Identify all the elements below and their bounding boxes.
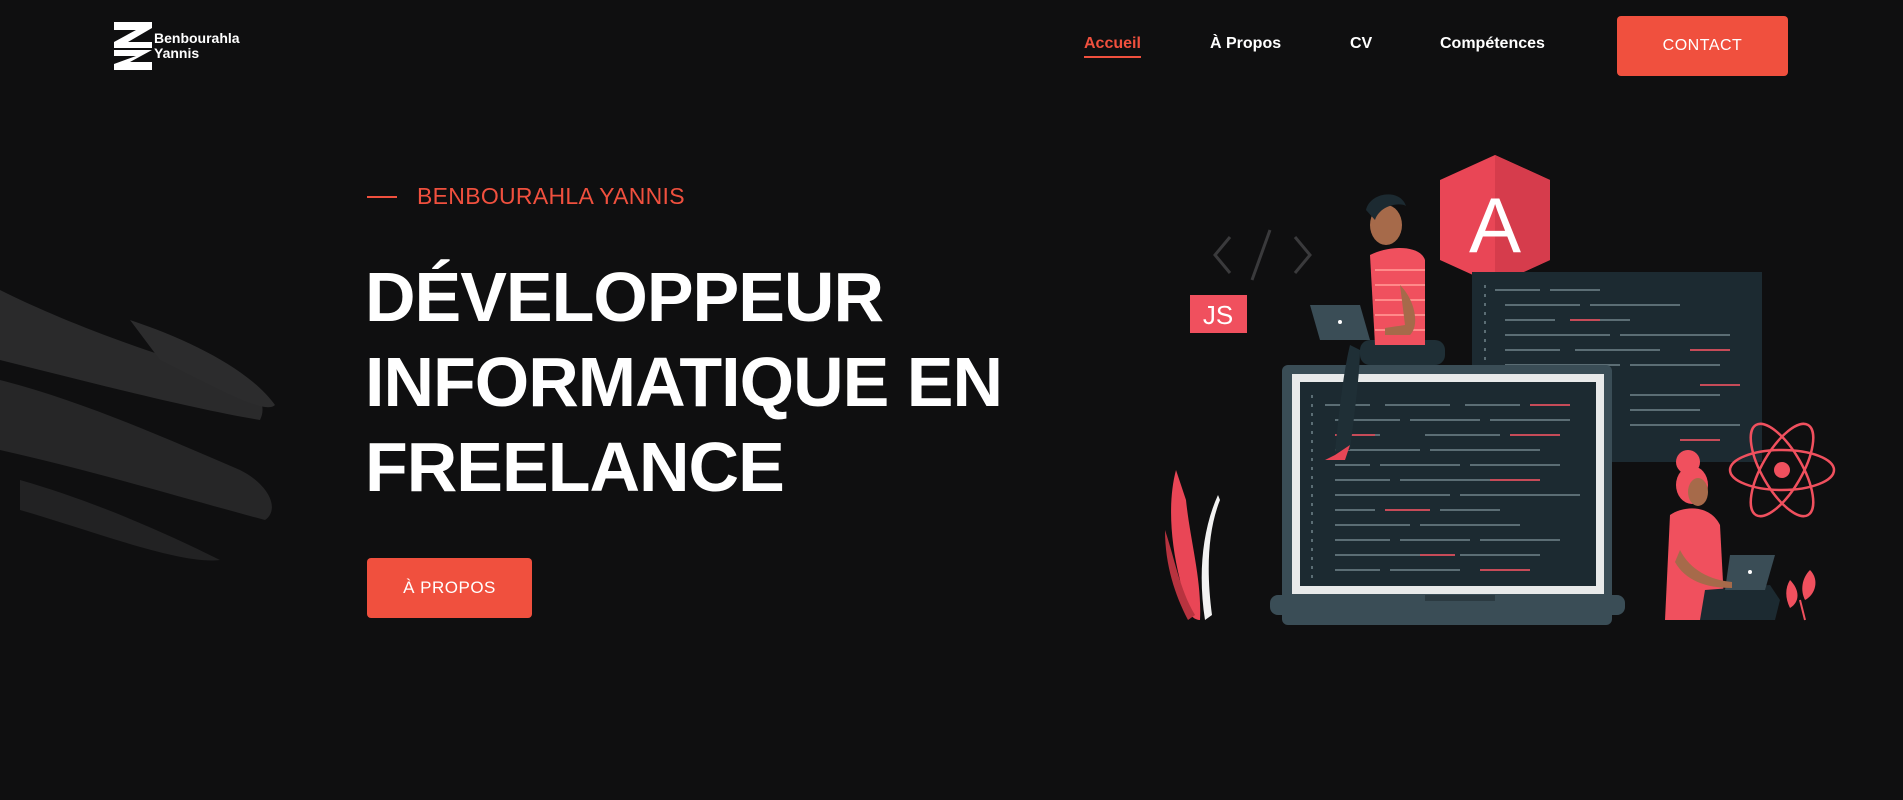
- nav-item-competences[interactable]: Compétences: [1440, 35, 1545, 53]
- nav-item-cv[interactable]: CV: [1350, 35, 1372, 53]
- eyebrow-divider: [367, 195, 397, 198]
- code-brackets-icon: [1213, 229, 1312, 281]
- brand-logo[interactable]: Benbourahla Yannis: [114, 22, 240, 70]
- angular-letter: A: [1469, 181, 1521, 269]
- about-button[interactable]: À PROPOS: [367, 558, 532, 618]
- hero-title: DÉVELOPPEUR INFORMATIQUE EN FREELANCE: [365, 255, 1045, 510]
- nav-item-accueil[interactable]: Accueil: [1084, 35, 1141, 58]
- hero-title-line1: DÉVELOPPEUR: [365, 258, 884, 336]
- hero-eyebrow: BENBOURAHLA YANNIS: [367, 183, 685, 210]
- brand-name: Benbourahla Yannis: [154, 31, 240, 61]
- laptop: [1270, 365, 1625, 625]
- brand-name-line2: Yannis: [154, 45, 200, 61]
- eyebrow-text: BENBOURAHLA YANNIS: [417, 183, 685, 209]
- contact-button[interactable]: CONTACT: [1617, 16, 1788, 76]
- angular-logo-icon: A: [1440, 155, 1550, 285]
- nav-item-a-propos[interactable]: À Propos: [1210, 35, 1281, 53]
- site-header: Benbourahla Yannis Accueil À Propos CV C…: [0, 0, 1903, 90]
- brush-stroke-decoration: [0, 290, 275, 561]
- logo-icon: [114, 22, 152, 70]
- developer-illustration: JS A: [1165, 155, 1836, 625]
- brand-name-line1: Benbourahla: [154, 30, 240, 46]
- hero-title-line3: FREELANCE: [365, 428, 785, 506]
- page: Benbourahla Yannis Accueil À Propos CV C…: [0, 0, 1903, 800]
- plant-left-icon: [1165, 470, 1220, 620]
- js-badge-text: JS: [1203, 300, 1233, 330]
- hero-title-line2: INFORMATIQUE EN: [365, 343, 1003, 421]
- js-badge-icon: JS: [1190, 295, 1247, 333]
- plant-right-icon: [1786, 570, 1816, 621]
